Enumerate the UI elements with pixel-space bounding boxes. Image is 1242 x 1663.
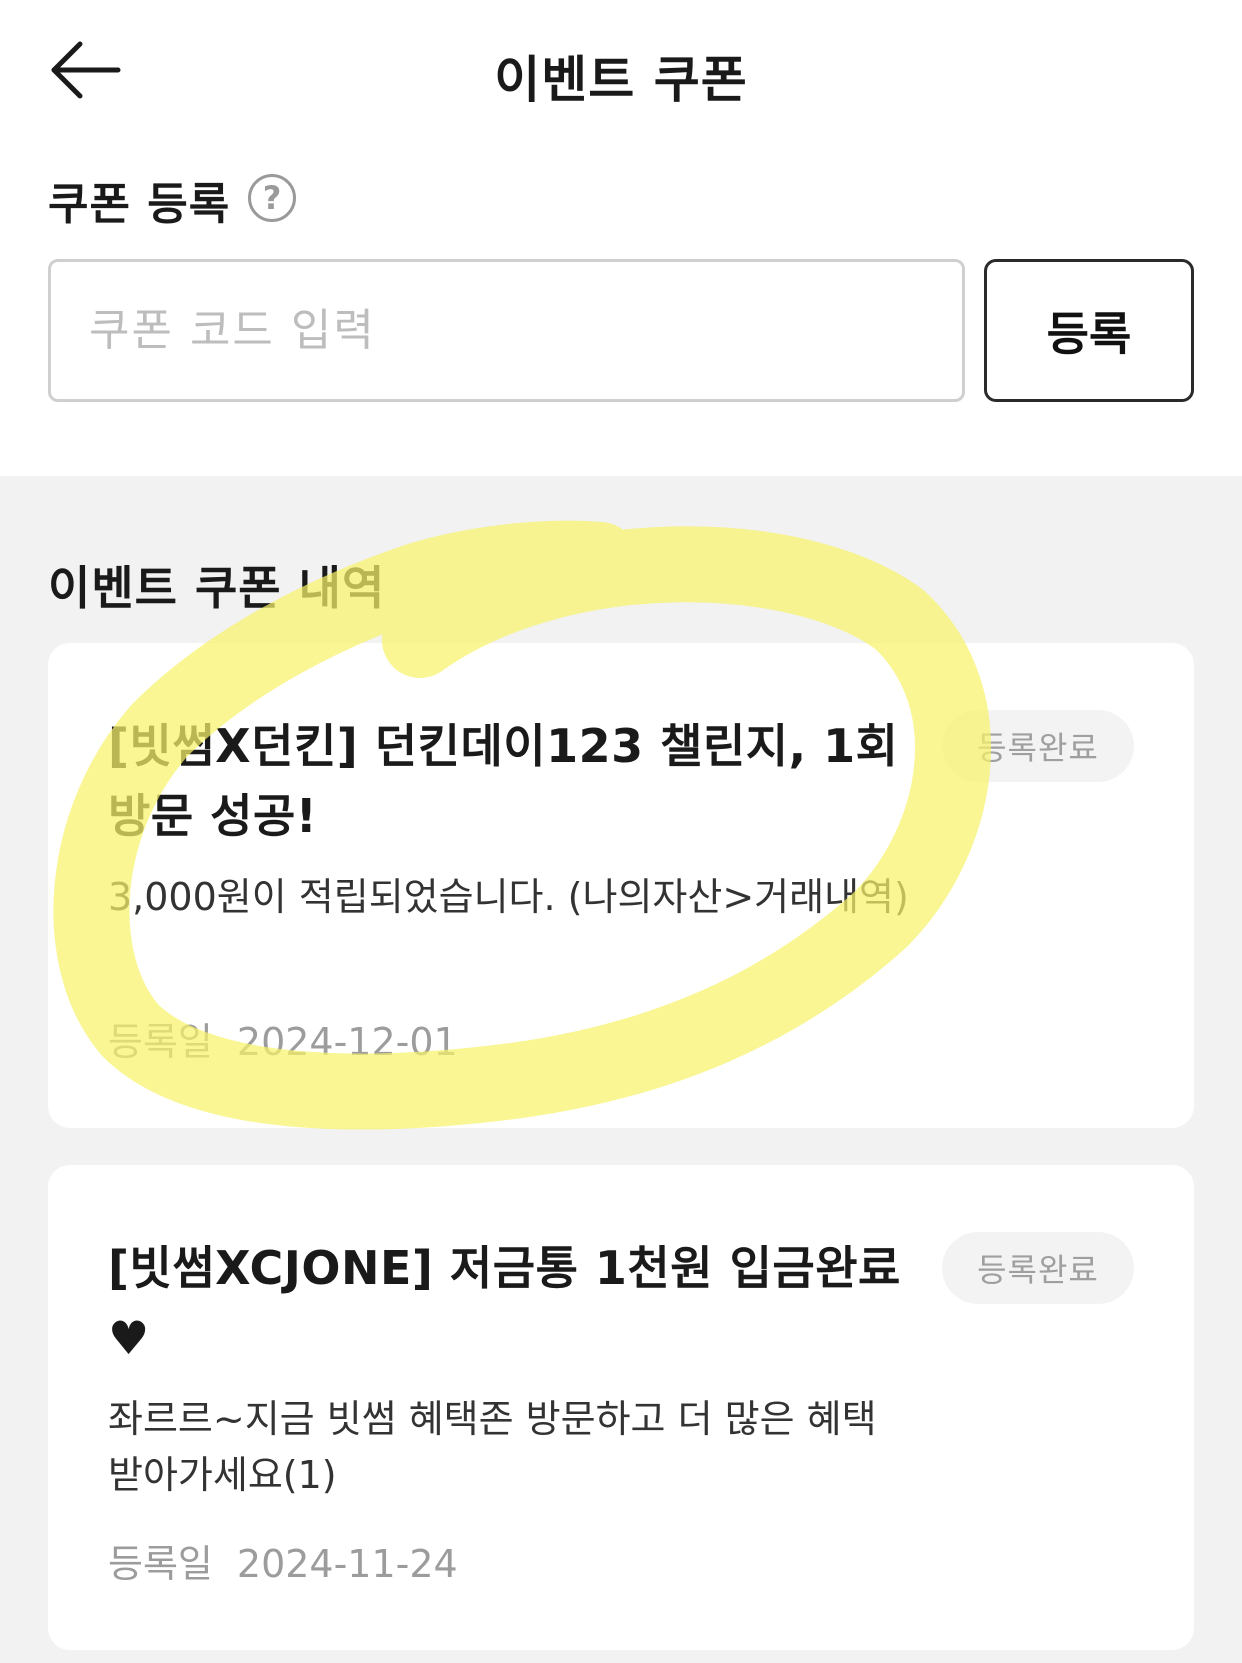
- page-title: 이벤트 쿠폰: [494, 51, 748, 109]
- date-value: 2024-11-24: [236, 1542, 458, 1586]
- top-section: 이벤트 쿠폰 쿠폰 등록 ? 등록: [0, 0, 1242, 476]
- coupon-card: [빗썸X던킨] 던킨데이123 챌린지, 1회방문 성공! 3,000원이 적립…: [48, 643, 1194, 1128]
- date-label: 등록일: [108, 1020, 213, 1064]
- question-circle-icon[interactable]: ?: [248, 174, 296, 222]
- register-button[interactable]: 등록: [984, 259, 1194, 402]
- status-badge: 등록완료: [942, 710, 1134, 782]
- coupon-card: [빗썸XCJONE] 저금통 1천원 입금완료♥ 좌르르~지금 빗썸 혜택존 방…: [48, 1165, 1194, 1650]
- page: 이벤트 쿠폰 쿠폰 등록 ? 등록 이벤트 쿠폰 내역 [빗썸X던킨] 던킨데이…: [0, 0, 1242, 1663]
- coupon-description: 좌르르~지금 빗썸 혜택존 방문하고 더 많은 혜택 받아가세요(1): [108, 1397, 877, 1497]
- coupon-title: [빗썸X던킨] 던킨데이123 챌린지, 1회방문 성공!: [108, 719, 899, 843]
- coupon-register-label: 쿠폰 등록: [48, 179, 231, 230]
- status-badge: 등록완료: [942, 1232, 1134, 1304]
- coupon-description: 3,000원이 적립되었습니다. (나의자산>거래내역): [108, 875, 909, 919]
- coupon-title: [빗썸XCJONE] 저금통 1천원 입금완료♥: [108, 1241, 901, 1365]
- coupon-date-row: 등록일 2024-12-01: [108, 1011, 458, 1066]
- coupon-code-input[interactable]: [48, 259, 965, 402]
- date-value: 2024-12-01: [236, 1020, 458, 1064]
- header: 이벤트 쿠폰: [0, 0, 1242, 140]
- coupon-date-row: 등록일 2024-11-24: [108, 1533, 458, 1588]
- date-label: 등록일: [108, 1542, 213, 1586]
- coupon-history-title: 이벤트 쿠폰 내역: [48, 561, 386, 615]
